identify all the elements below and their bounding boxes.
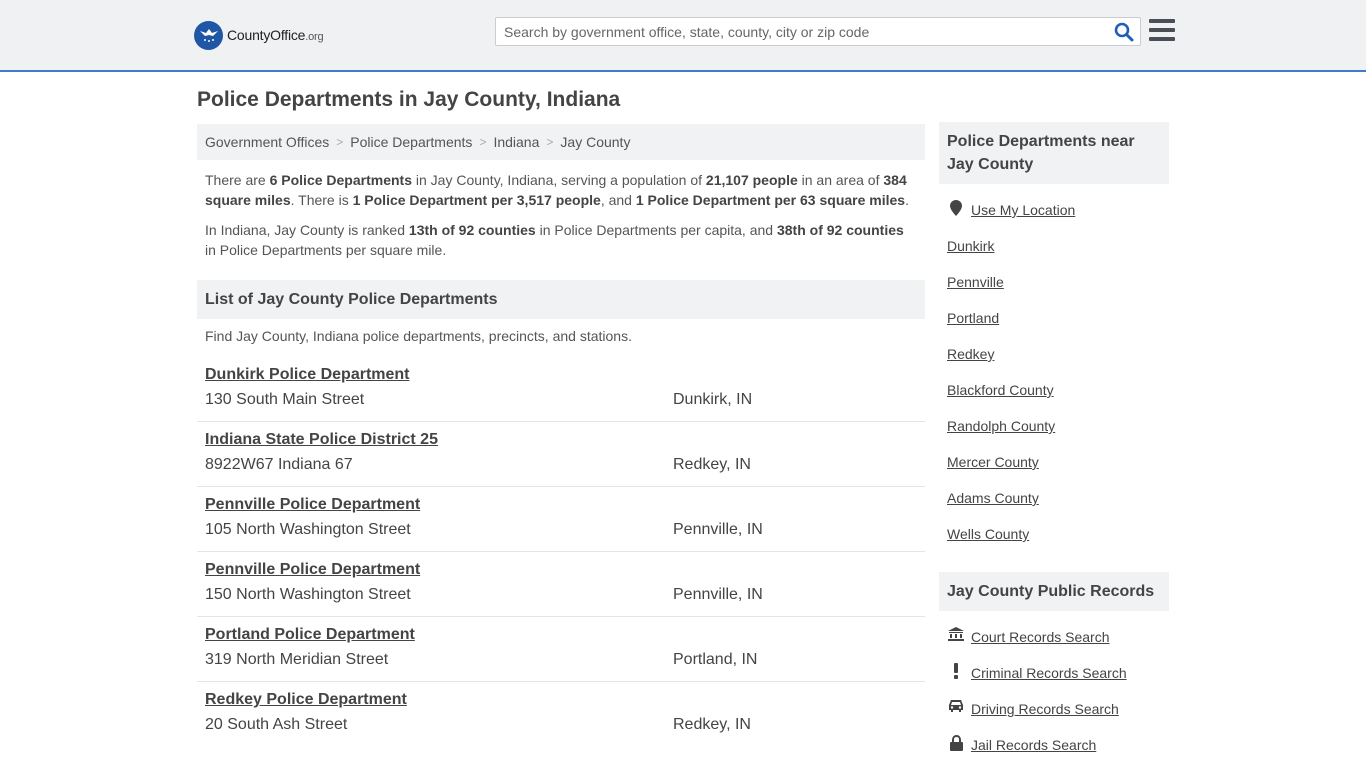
breadcrumb-police-departments[interactable]: Police Departments [350, 134, 472, 150]
summary-stat: 1 Police Department per 3,517 people [352, 192, 601, 208]
nearby-link-portland[interactable]: Portland [947, 308, 1075, 344]
department-city: Pennville, IN [673, 521, 763, 538]
nearby-link-pennville[interactable]: Pennville [947, 272, 1075, 308]
department-city: Pennville, IN [673, 586, 763, 603]
summary-stat: 1 Police Department per 63 square miles [635, 192, 906, 208]
summary-text-run: in Jay County, Indiana, serving a popula… [411, 172, 706, 188]
summary-stat: 13th of 92 counties [408, 222, 536, 238]
department-address: 130 South Main Street [205, 391, 365, 408]
map-pin-icon [947, 200, 965, 216]
department-name-link[interactable]: Pennville Police Department [205, 561, 420, 579]
department-city: Redkey, IN [673, 716, 751, 733]
summary-text-run: . [905, 192, 909, 208]
list-item: Pennville Police Department 105 North Wa… [197, 487, 925, 552]
summary-text-run: . There is [290, 192, 353, 208]
courthouse-icon [947, 627, 965, 641]
driving-records-link[interactable]: Driving Records Search [947, 699, 1127, 735]
public-records-panel-title: Jay County Public Records [939, 572, 1169, 611]
use-my-location-link[interactable]: Use My Location [947, 200, 1075, 236]
search-icon[interactable] [1114, 22, 1134, 42]
breadcrumb-separator: > [336, 135, 344, 149]
summary-text-run: in Police Departments per capita, and [535, 222, 777, 238]
nearby-panel-title: Police Departments near Jay County [939, 122, 1169, 184]
lock-icon [947, 735, 965, 751]
department-name-link[interactable]: Portland Police Department [205, 626, 415, 644]
driving-records-label: Driving Records Search [971, 701, 1119, 717]
summary-text-run: in an area of [797, 172, 884, 188]
search-input[interactable] [496, 18, 1106, 45]
court-records-link[interactable]: Court Records Search [947, 627, 1127, 663]
list-item: Portland Police Department 319 North Mer… [197, 617, 925, 682]
summary-text-run: , and [600, 192, 636, 208]
department-city: Dunkirk, IN [673, 391, 753, 408]
list-item: Redkey Police Department 20 South Ash St… [197, 682, 925, 747]
department-address: 105 North Washington Street [205, 521, 411, 538]
list-item: Dunkirk Police Department 130 South Main… [197, 357, 925, 422]
nearby-links: Use My Location Dunkirk Pennville Portla… [947, 200, 1075, 560]
summary-paragraph-1: There are 6 Police Departments in Jay Co… [205, 170, 917, 210]
logo-text: CountyOffice.org [227, 27, 324, 43]
department-name-link[interactable]: Pennville Police Department [205, 496, 420, 514]
list-description: Find Jay County, Indiana police departme… [205, 328, 632, 344]
breadcrumb: Government Offices > Police Departments … [197, 124, 925, 160]
nearby-link-wells-county[interactable]: Wells County [947, 524, 1075, 560]
summary-stat: 38th of 92 counties [776, 222, 904, 238]
department-address: 319 North Meridian Street [205, 651, 389, 668]
summary-text-run: In Indiana, Jay County is ranked [205, 222, 409, 238]
nearby-link-blackford-county[interactable]: Blackford County [947, 380, 1075, 416]
criminal-records-label: Criminal Records Search [971, 665, 1127, 681]
nearby-link-mercer-county[interactable]: Mercer County [947, 452, 1075, 488]
summary-paragraph-2: In Indiana, Jay County is ranked 13th of… [205, 220, 917, 260]
department-name-link[interactable]: Redkey Police Department [205, 691, 407, 709]
department-list: Dunkirk Police Department 130 South Main… [197, 357, 925, 747]
breadcrumb-separator: > [546, 135, 554, 149]
summary-text-run: There are [205, 172, 270, 188]
public-records-links: Court Records Search Criminal Records Se… [947, 627, 1127, 771]
search-bar [495, 17, 1141, 46]
department-address: 8922W67 Indiana 67 [205, 456, 353, 473]
jail-records-link[interactable]: Jail Records Search [947, 735, 1127, 771]
breadcrumb-separator: > [479, 135, 487, 149]
logo-brand: CountyOffice [227, 27, 306, 43]
summary-text-run: in Police Departments per square mile. [205, 242, 447, 258]
site-logo[interactable]: CountyOffice.org [194, 20, 324, 50]
logo-tld: .org [305, 31, 324, 43]
criminal-records-link[interactable]: Criminal Records Search [947, 663, 1127, 699]
list-item: Indiana State Police District 25 8922W67… [197, 422, 925, 487]
site-header: CountyOffice.org [0, 0, 1366, 72]
logo-eagle-icon [194, 20, 223, 50]
summary-text: There are 6 Police Departments in Jay Co… [205, 170, 917, 270]
car-icon [947, 699, 965, 712]
department-address: 150 North Washington Street [205, 586, 411, 603]
page-title: Police Departments in Jay County, Indian… [197, 88, 621, 111]
nearby-link-redkey[interactable]: Redkey [947, 344, 1075, 380]
summary-stat: 21,107 people [705, 172, 798, 188]
use-my-location-label: Use My Location [971, 202, 1076, 218]
breadcrumb-government-offices[interactable]: Government Offices [205, 134, 329, 150]
department-name-link[interactable]: Dunkirk Police Department [205, 366, 410, 384]
list-header: List of Jay County Police Departments [197, 280, 925, 319]
list-item: Pennville Police Department 150 North Wa… [197, 552, 925, 617]
nearby-link-randolph-county[interactable]: Randolph County [947, 416, 1075, 452]
hamburger-menu-icon[interactable] [1149, 19, 1175, 43]
exclamation-icon [947, 663, 965, 679]
nearby-link-adams-county[interactable]: Adams County [947, 488, 1075, 524]
breadcrumb-indiana[interactable]: Indiana [493, 134, 539, 150]
department-city: Portland, IN [673, 651, 758, 668]
department-address: 20 South Ash Street [205, 716, 348, 733]
department-city: Redkey, IN [673, 456, 751, 473]
department-name-link[interactable]: Indiana State Police District 25 [205, 431, 438, 449]
nearby-link-dunkirk[interactable]: Dunkirk [947, 236, 1075, 272]
summary-stat: 6 Police Departments [269, 172, 412, 188]
court-records-label: Court Records Search [971, 629, 1110, 645]
breadcrumb-jay-county[interactable]: Jay County [560, 134, 630, 150]
jail-records-label: Jail Records Search [971, 737, 1097, 753]
